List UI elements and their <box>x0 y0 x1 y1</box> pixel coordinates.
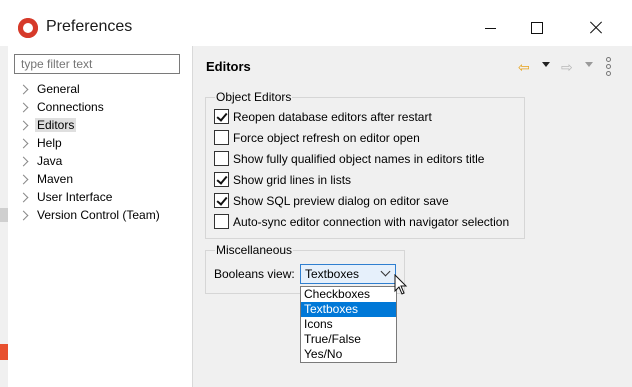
tree-item-label: Connections <box>37 100 104 114</box>
option-reopen-editors[interactable]: Reopen database editors after restart <box>214 107 432 127</box>
object-editors-legend: Object Editors <box>215 90 293 104</box>
tree-item-label: User Interface <box>37 190 113 204</box>
tree-item-general[interactable]: General <box>18 80 160 98</box>
checkbox[interactable] <box>214 109 229 125</box>
tree-item-label: Version Control (Team) <box>37 208 160 222</box>
option-label: Reopen database editors after restart <box>233 110 432 124</box>
option-yes-no[interactable]: Yes/No <box>301 347 396 362</box>
maximize-button[interactable] <box>514 14 558 42</box>
app-logo-icon <box>18 18 38 38</box>
option-label: Show grid lines in lists <box>233 173 352 187</box>
option-sql-preview[interactable]: Show SQL preview dialog on editor save <box>214 191 449 211</box>
tree-item-java[interactable]: Java <box>18 152 160 170</box>
tree-item-label: Help <box>37 136 62 150</box>
tree-item-help[interactable]: Help <box>18 134 160 152</box>
option-label: Force object refresh on editor open <box>233 131 420 145</box>
background-mark <box>0 208 8 222</box>
option-label: Show fully qualified object names in edi… <box>233 152 485 166</box>
checkbox[interactable] <box>214 151 229 167</box>
select-value: Textboxes <box>305 267 360 281</box>
background-mark-red <box>0 344 8 360</box>
tree-item-label: General <box>37 82 80 96</box>
option-label: Auto-sync editor connection with navigat… <box>233 215 510 229</box>
back-dropdown-icon[interactable] <box>542 62 550 67</box>
chevron-right-icon[interactable] <box>18 120 29 131</box>
tree-item-connections[interactable]: Connections <box>18 98 160 116</box>
booleans-view-options: Checkboxes Textboxes Icons True/False Ye… <box>300 286 397 363</box>
option-auto-sync[interactable]: Auto-sync editor connection with navigat… <box>214 212 509 232</box>
forward-dropdown-icon[interactable] <box>585 62 593 67</box>
more-options-icon[interactable] <box>606 57 611 78</box>
window-title: Preferences <box>46 18 133 35</box>
tree-item-version-control[interactable]: Version Control (Team) <box>18 206 160 224</box>
option-qualified-names[interactable]: Show fully qualified object names in edi… <box>214 149 484 169</box>
checkbox[interactable] <box>214 214 229 230</box>
tree-item-label: Maven <box>37 172 74 186</box>
option-true-false[interactable]: True/False <box>301 332 396 347</box>
chevron-right-icon[interactable] <box>18 192 29 203</box>
chevron-right-icon[interactable] <box>18 138 29 149</box>
option-label: Show SQL preview dialog on editor save <box>233 194 449 208</box>
forward-arrow-icon[interactable]: ⇨ <box>561 59 573 76</box>
tree-item-user-interface[interactable]: User Interface <box>18 188 160 206</box>
chevron-right-icon[interactable] <box>18 174 29 185</box>
option-checkboxes[interactable]: Checkboxes <box>301 287 396 302</box>
preference-tree: General Connections Editors Help Java Ma… <box>18 80 160 224</box>
close-button[interactable] <box>574 14 618 42</box>
tree-item-maven[interactable]: Maven <box>18 170 160 188</box>
option-icons[interactable]: Icons <box>301 317 396 332</box>
chevron-right-icon[interactable] <box>18 84 29 95</box>
tree-item-editors[interactable]: Editors <box>18 116 160 134</box>
minimize-button[interactable] <box>468 14 512 42</box>
booleans-view-label: Booleans view: <box>214 267 295 281</box>
chevron-right-icon[interactable] <box>18 102 29 113</box>
tree-item-label: Editors <box>35 118 77 132</box>
option-grid-lines[interactable]: Show grid lines in lists <box>214 170 351 190</box>
checkbox[interactable] <box>214 172 229 188</box>
chevron-right-icon[interactable] <box>18 156 29 167</box>
page-title: Editors <box>206 59 251 74</box>
pane-divider[interactable] <box>192 46 193 387</box>
chevron-right-icon[interactable] <box>18 210 29 221</box>
option-textboxes[interactable]: Textboxes <box>301 302 396 317</box>
tree-item-label: Java <box>37 154 63 168</box>
checkbox[interactable] <box>214 130 229 146</box>
checkbox[interactable] <box>214 193 229 209</box>
booleans-view-select[interactable]: Textboxes <box>300 264 396 284</box>
option-force-refresh[interactable]: Force object refresh on editor open <box>214 128 420 148</box>
back-arrow-icon[interactable]: ⇦ <box>518 59 530 76</box>
filter-input[interactable] <box>14 54 180 74</box>
mouse-cursor-icon <box>394 274 408 295</box>
miscellaneous-legend: Miscellaneous <box>215 243 294 257</box>
